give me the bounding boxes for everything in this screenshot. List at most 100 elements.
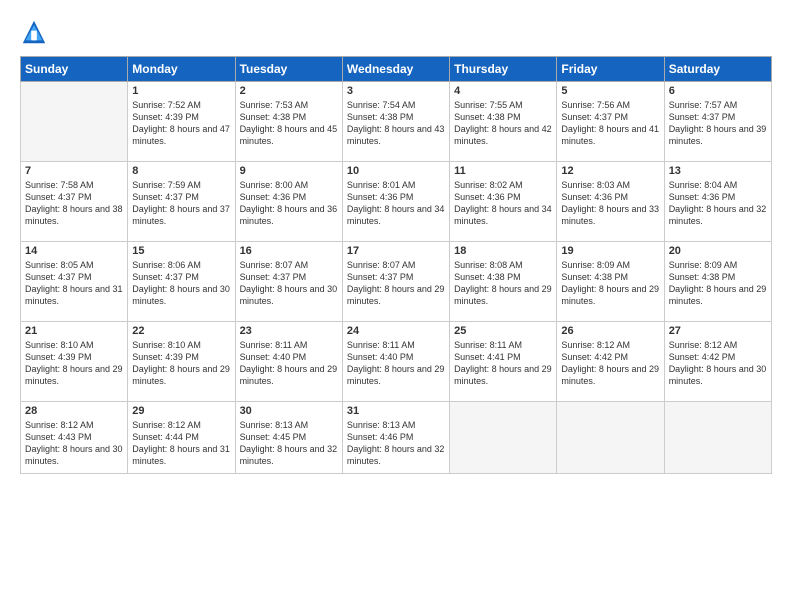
calendar-header-thursday: Thursday bbox=[450, 57, 557, 82]
day-number: 5 bbox=[561, 85, 659, 97]
day-info: Sunrise: 7:53 AMSunset: 4:38 PMDaylight:… bbox=[240, 99, 338, 148]
day-number: 11 bbox=[454, 165, 552, 177]
day-info: Sunrise: 8:09 AMSunset: 4:38 PMDaylight:… bbox=[561, 259, 659, 308]
day-number: 22 bbox=[132, 325, 230, 337]
calendar-cell: 28 Sunrise: 8:12 AMSunset: 4:43 PMDayligh… bbox=[21, 402, 128, 474]
day-info: Sunrise: 8:13 AMSunset: 4:46 PMDaylight:… bbox=[347, 419, 445, 468]
calendar-cell bbox=[664, 402, 771, 474]
header bbox=[20, 18, 772, 46]
day-number: 6 bbox=[669, 85, 767, 97]
day-number: 14 bbox=[25, 245, 123, 257]
day-number: 24 bbox=[347, 325, 445, 337]
calendar-header-monday: Monday bbox=[128, 57, 235, 82]
day-info: Sunrise: 8:11 AMSunset: 4:41 PMDaylight:… bbox=[454, 339, 552, 388]
calendar-header-sunday: Sunday bbox=[21, 57, 128, 82]
calendar-header-friday: Friday bbox=[557, 57, 664, 82]
calendar-cell: 26 Sunrise: 8:12 AMSunset: 4:42 PMDayligh… bbox=[557, 322, 664, 402]
page: SundayMondayTuesdayWednesdayThursdayFrid… bbox=[0, 0, 792, 612]
day-info: Sunrise: 8:11 AMSunset: 4:40 PMDaylight:… bbox=[240, 339, 338, 388]
day-info: Sunrise: 8:03 AMSunset: 4:36 PMDaylight:… bbox=[561, 179, 659, 228]
calendar-cell: 4Sunrise: 7:55 AMSunset: 4:38 PMDaylight… bbox=[450, 82, 557, 162]
calendar-cell: 20Sunrise: 8:09 AMSunset: 4:38 PMDayligh… bbox=[664, 242, 771, 322]
calendar-cell: 27 Sunrise: 8:12 AMSunset: 4:42 PMDayligh… bbox=[664, 322, 771, 402]
calendar-cell: 17 Sunrise: 8:07 AMSunset: 4:37 PMDayligh… bbox=[342, 242, 449, 322]
day-info: Sunrise: 8:07 AMSunset: 4:37 PMDaylight:… bbox=[240, 259, 338, 308]
calendar-cell: 23 Sunrise: 8:11 AMSunset: 4:40 PMDayligh… bbox=[235, 322, 342, 402]
day-info: Sunrise: 8:09 AMSunset: 4:38 PMDaylight:… bbox=[669, 259, 767, 308]
day-number: 28 bbox=[25, 405, 123, 417]
calendar-cell: 24Sunrise: 8:11 AMSunset: 4:40 PMDayligh… bbox=[342, 322, 449, 402]
day-number: 27 bbox=[669, 325, 767, 337]
calendar-cell: 1 Sunrise: 7:52 AMSunset: 4:39 PMDaylight… bbox=[128, 82, 235, 162]
calendar-cell: 14 Sunrise: 8:05 AMSunset: 4:37 PMDayligh… bbox=[21, 242, 128, 322]
day-info: Sunrise: 8:02 AMSunset: 4:36 PMDaylight:… bbox=[454, 179, 552, 228]
day-number: 1 bbox=[132, 85, 230, 97]
calendar-cell: 15 Sunrise: 8:06 AMSunset: 4:37 PMDayligh… bbox=[128, 242, 235, 322]
day-number: 17 bbox=[347, 245, 445, 257]
day-info: Sunrise: 7:54 AMSunset: 4:38 PMDaylight:… bbox=[347, 99, 445, 148]
day-info: Sunrise: 8:07 AMSunset: 4:37 PMDaylight:… bbox=[347, 259, 445, 308]
day-info: Sunrise: 8:04 AMSunset: 4:36 PMDaylight:… bbox=[669, 179, 767, 228]
calendar-header-saturday: Saturday bbox=[664, 57, 771, 82]
day-info: Sunrise: 8:08 AMSunset: 4:38 PMDaylight:… bbox=[454, 259, 552, 308]
calendar: SundayMondayTuesdayWednesdayThursdayFrid… bbox=[20, 56, 772, 474]
calendar-cell: 2 Sunrise: 7:53 AMSunset: 4:38 PMDaylight… bbox=[235, 82, 342, 162]
day-number: 8 bbox=[132, 165, 230, 177]
day-number: 19 bbox=[561, 245, 659, 257]
day-info: Sunrise: 8:05 AMSunset: 4:37 PMDaylight:… bbox=[25, 259, 123, 308]
calendar-cell: 19 Sunrise: 8:09 AMSunset: 4:38 PMDayligh… bbox=[557, 242, 664, 322]
logo bbox=[20, 18, 52, 46]
day-info: Sunrise: 8:12 AMSunset: 4:43 PMDaylight:… bbox=[25, 419, 123, 468]
calendar-cell: 29 Sunrise: 8:12 AMSunset: 4:44 PMDayligh… bbox=[128, 402, 235, 474]
day-info: Sunrise: 7:56 AMSunset: 4:37 PMDaylight:… bbox=[561, 99, 659, 148]
calendar-cell: 30Sunrise: 8:13 AMSunset: 4:45 PMDayligh… bbox=[235, 402, 342, 474]
calendar-header-tuesday: Tuesday bbox=[235, 57, 342, 82]
day-number: 15 bbox=[132, 245, 230, 257]
day-number: 25 bbox=[454, 325, 552, 337]
day-number: 26 bbox=[561, 325, 659, 337]
day-info: Sunrise: 8:06 AMSunset: 4:37 PMDaylight:… bbox=[132, 259, 230, 308]
day-number: 21 bbox=[25, 325, 123, 337]
day-number: 18 bbox=[454, 245, 552, 257]
week-row-1: 1 Sunrise: 7:52 AMSunset: 4:39 PMDaylight… bbox=[21, 82, 772, 162]
week-row-5: 28 Sunrise: 8:12 AMSunset: 4:43 PMDayligh… bbox=[21, 402, 772, 474]
calendar-cell bbox=[450, 402, 557, 474]
day-info: Sunrise: 7:57 AMSunset: 4:37 PMDaylight:… bbox=[669, 99, 767, 148]
calendar-cell: 25 Sunrise: 8:11 AMSunset: 4:41 PMDayligh… bbox=[450, 322, 557, 402]
day-info: Sunrise: 8:01 AMSunset: 4:36 PMDaylight:… bbox=[347, 179, 445, 228]
day-number: 9 bbox=[240, 165, 338, 177]
calendar-header-wednesday: Wednesday bbox=[342, 57, 449, 82]
week-row-2: 7Sunrise: 7:58 AMSunset: 4:37 PMDaylight… bbox=[21, 162, 772, 242]
day-number: 2 bbox=[240, 85, 338, 97]
calendar-cell: 5 Sunrise: 7:56 AMSunset: 4:37 PMDaylight… bbox=[557, 82, 664, 162]
day-number: 13 bbox=[669, 165, 767, 177]
day-info: Sunrise: 7:52 AMSunset: 4:39 PMDaylight:… bbox=[132, 99, 230, 148]
week-row-3: 14 Sunrise: 8:05 AMSunset: 4:37 PMDayligh… bbox=[21, 242, 772, 322]
calendar-cell: 12Sunrise: 8:03 AMSunset: 4:36 PMDayligh… bbox=[557, 162, 664, 242]
calendar-cell: 6 Sunrise: 7:57 AMSunset: 4:37 PMDaylight… bbox=[664, 82, 771, 162]
logo-icon bbox=[20, 18, 48, 46]
calendar-header-row: SundayMondayTuesdayWednesdayThursdayFrid… bbox=[21, 57, 772, 82]
calendar-cell bbox=[557, 402, 664, 474]
day-number: 23 bbox=[240, 325, 338, 337]
day-info: Sunrise: 8:13 AMSunset: 4:45 PMDaylight:… bbox=[240, 419, 338, 468]
day-number: 29 bbox=[132, 405, 230, 417]
calendar-cell: 10 Sunrise: 8:01 AMSunset: 4:36 PMDayligh… bbox=[342, 162, 449, 242]
day-number: 10 bbox=[347, 165, 445, 177]
calendar-cell: 9Sunrise: 8:00 AMSunset: 4:36 PMDaylight… bbox=[235, 162, 342, 242]
day-number: 3 bbox=[347, 85, 445, 97]
day-info: Sunrise: 8:12 AMSunset: 4:42 PMDaylight:… bbox=[669, 339, 767, 388]
calendar-cell: 7Sunrise: 7:58 AMSunset: 4:37 PMDaylight… bbox=[21, 162, 128, 242]
calendar-cell: 18 Sunrise: 8:08 AMSunset: 4:38 PMDayligh… bbox=[450, 242, 557, 322]
day-info: Sunrise: 8:12 AMSunset: 4:42 PMDaylight:… bbox=[561, 339, 659, 388]
day-info: Sunrise: 7:59 AMSunset: 4:37 PMDaylight:… bbox=[132, 179, 230, 228]
calendar-cell: 8 Sunrise: 7:59 AMSunset: 4:37 PMDaylight… bbox=[128, 162, 235, 242]
calendar-cell bbox=[21, 82, 128, 162]
day-info: Sunrise: 8:10 AMSunset: 4:39 PMDaylight:… bbox=[132, 339, 230, 388]
day-number: 31 bbox=[347, 405, 445, 417]
day-info: Sunrise: 8:12 AMSunset: 4:44 PMDaylight:… bbox=[132, 419, 230, 468]
calendar-cell: 22 Sunrise: 8:10 AMSunset: 4:39 PMDayligh… bbox=[128, 322, 235, 402]
day-info: Sunrise: 8:10 AMSunset: 4:39 PMDaylight:… bbox=[25, 339, 123, 388]
calendar-cell: 3 Sunrise: 7:54 AMSunset: 4:38 PMDaylight… bbox=[342, 82, 449, 162]
calendar-cell: 11 Sunrise: 8:02 AMSunset: 4:36 PMDayligh… bbox=[450, 162, 557, 242]
